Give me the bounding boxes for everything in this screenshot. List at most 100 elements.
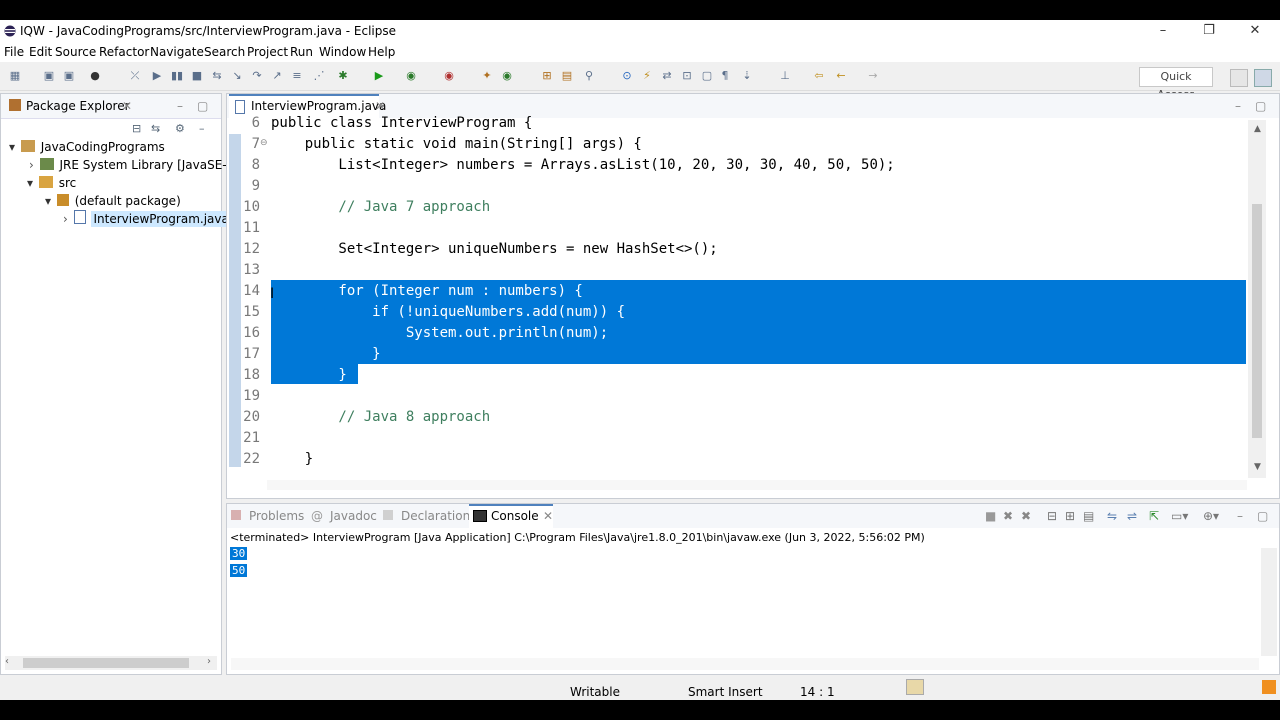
tab-declaration[interactable]: Declaration: [401, 504, 470, 528]
tree-item-src[interactable]: ▾ src: [27, 176, 76, 190]
menu-file[interactable]: File: [4, 45, 24, 59]
tree-item-file[interactable]: › InterviewProgram.java: [63, 210, 231, 227]
editor-scroll-thumb[interactable]: [1252, 204, 1262, 438]
heap-status-icon[interactable]: [906, 679, 924, 695]
console-minimize-icon[interactable]: –: [1237, 504, 1243, 528]
skip-breakpoints-icon[interactable]: ⤫: [128, 69, 142, 83]
explorer-hscrollbar[interactable]: ‹ ›: [5, 656, 217, 670]
word-wrap-console-icon[interactable]: ▤: [1083, 504, 1094, 528]
menu-project[interactable]: Project: [247, 45, 288, 59]
editor-vscrollbar[interactable]: ▲ ▼: [1248, 120, 1266, 478]
menu-navigate[interactable]: Navigate: [150, 45, 204, 59]
disconnect-icon[interactable]: ⇆: [210, 69, 224, 83]
terminate-console-icon[interactable]: ■: [985, 504, 996, 528]
forward-icon[interactable]: →: [866, 69, 880, 83]
tab-console[interactable]: Console ✕: [469, 504, 553, 528]
use-step-filters-icon[interactable]: ⋰: [312, 69, 326, 83]
editor-maximize-icon[interactable]: ▢: [1255, 94, 1266, 118]
toggle-mark-occurrences-icon[interactable]: ⊙: [620, 69, 634, 83]
menu-search[interactable]: Search: [204, 45, 245, 59]
step-return-icon[interactable]: ↗: [270, 69, 284, 83]
tab-problems[interactable]: Problems: [249, 504, 304, 528]
back-icon[interactable]: ⇦: [812, 69, 826, 83]
menu-edit[interactable]: Edit: [29, 45, 52, 59]
console-vscrollbar[interactable]: [1261, 548, 1277, 656]
terminate-icon[interactable]: ■: [190, 69, 204, 83]
coverage-icon[interactable]: ◉: [404, 69, 418, 83]
drop-frame-icon[interactable]: ≡: [290, 69, 304, 83]
tree-item-jre[interactable]: › JRE System Library [JavaSE-1.8]: [29, 158, 250, 172]
show-on-output-icon[interactable]: ⇋: [1107, 504, 1117, 528]
console-close-icon[interactable]: ✕: [543, 504, 553, 528]
close-button[interactable]: ✕: [1232, 20, 1278, 42]
debug-icon[interactable]: ✱: [336, 69, 350, 83]
open-perspective-icon[interactable]: [1230, 69, 1248, 87]
show-paragraph-icon[interactable]: ¶: [718, 69, 732, 83]
package-explorer-tab[interactable]: Package Explorer: [26, 94, 130, 118]
new-class-icon[interactable]: ◉: [500, 69, 514, 83]
collapse-all-icon[interactable]: ⊟: [132, 122, 141, 135]
menu-refactor[interactable]: Refactor: [99, 45, 149, 59]
step-into-icon[interactable]: ↘: [230, 69, 244, 83]
remove-all-icon[interactable]: ✖: [1021, 504, 1031, 528]
clear-console-icon[interactable]: ⊟: [1047, 504, 1057, 528]
quick-access-input[interactable]: Quick Access: [1139, 67, 1213, 101]
toggle-highlight-icon[interactable]: ⚡: [640, 69, 654, 83]
tree-item-package[interactable]: ▾ (default package): [45, 194, 181, 208]
menu-window[interactable]: Window: [319, 45, 366, 59]
show-whitespace-icon[interactable]: ⊡: [680, 69, 694, 83]
word-wrap-icon[interactable]: ▢: [700, 69, 714, 83]
panel-maximize-icon[interactable]: ▢: [197, 94, 208, 118]
panel-minimize-icon[interactable]: –: [177, 94, 183, 118]
maximize-button[interactable]: ❐: [1186, 20, 1232, 42]
scroll-up-icon[interactable]: ▲: [1254, 124, 1261, 134]
new-icon[interactable]: ▦: [8, 69, 22, 83]
pin-console-icon[interactable]: ⇱: [1149, 504, 1159, 528]
notifications-icon[interactable]: [1262, 680, 1276, 694]
show-on-error-icon[interactable]: ⇌: [1127, 504, 1137, 528]
link-with-editor-icon[interactable]: ⇆: [151, 122, 160, 135]
save-icon[interactable]: ▣: [42, 69, 56, 83]
settings-icon[interactable]: ●: [88, 69, 102, 83]
menu-run[interactable]: Run: [290, 45, 313, 59]
scroll-down-icon[interactable]: ▼: [1254, 462, 1261, 472]
open-console-icon[interactable]: ⊕▾: [1203, 504, 1219, 528]
scroll-lock-icon[interactable]: ⊞: [1065, 504, 1075, 528]
step-over-icon[interactable]: ↷: [250, 69, 264, 83]
pin-editor-icon[interactable]: ⊥: [778, 69, 792, 83]
new-java-project-icon[interactable]: ✦: [480, 69, 494, 83]
scroll-left-icon[interactable]: ‹: [5, 656, 9, 667]
tree-item-project[interactable]: ▾ JavaCodingPrograms: [9, 140, 165, 154]
resume-icon[interactable]: ▶: [150, 69, 164, 83]
line-number: 17: [243, 346, 260, 362]
editor-minimize-icon[interactable]: –: [1235, 94, 1241, 118]
open-type-icon[interactable]: ⊞: [540, 69, 554, 83]
menu-help[interactable]: Help: [368, 45, 395, 59]
toggle-block-select-icon[interactable]: ⇄: [660, 69, 674, 83]
run-icon[interactable]: ▶: [372, 69, 386, 83]
scroll-right-icon[interactable]: ›: [207, 656, 211, 667]
minimize-button[interactable]: –: [1140, 20, 1186, 42]
package-explorer-close-icon[interactable]: ✕: [122, 94, 132, 118]
next-annotation-icon[interactable]: ⇣: [740, 69, 754, 83]
suspend-icon[interactable]: ▮▮: [170, 69, 184, 83]
back-arrow-icon[interactable]: ←: [834, 69, 848, 83]
search-icon[interactable]: ⚲: [582, 69, 596, 83]
bottom-tabbar: Problems @ Javadoc Declaration Console ✕…: [227, 504, 1279, 528]
fold-toggle-icon[interactable]: ⊖: [260, 138, 268, 148]
save-all-icon[interactable]: ▣: [62, 69, 76, 83]
tab-javadoc[interactable]: Javadoc: [330, 504, 377, 528]
external-tools-icon[interactable]: ◉: [442, 69, 456, 83]
java-perspective-icon[interactable]: [1254, 69, 1272, 87]
open-task-icon[interactable]: ▤: [560, 69, 574, 83]
editor-hscrollbar[interactable]: [267, 480, 1247, 490]
minimize-view-icon[interactable]: –: [199, 122, 205, 135]
console-hscrollbar[interactable]: [231, 658, 1259, 670]
console-maximize-icon[interactable]: ▢: [1257, 504, 1268, 528]
scroll-thumb[interactable]: [23, 658, 189, 668]
view-menu-icon[interactable]: ⚙: [175, 122, 185, 135]
remove-launch-icon[interactable]: ✖: [1003, 504, 1013, 528]
menu-source[interactable]: Source: [55, 45, 96, 59]
line-number: 14: [243, 283, 260, 299]
display-console-icon[interactable]: ▭▾: [1171, 504, 1188, 528]
